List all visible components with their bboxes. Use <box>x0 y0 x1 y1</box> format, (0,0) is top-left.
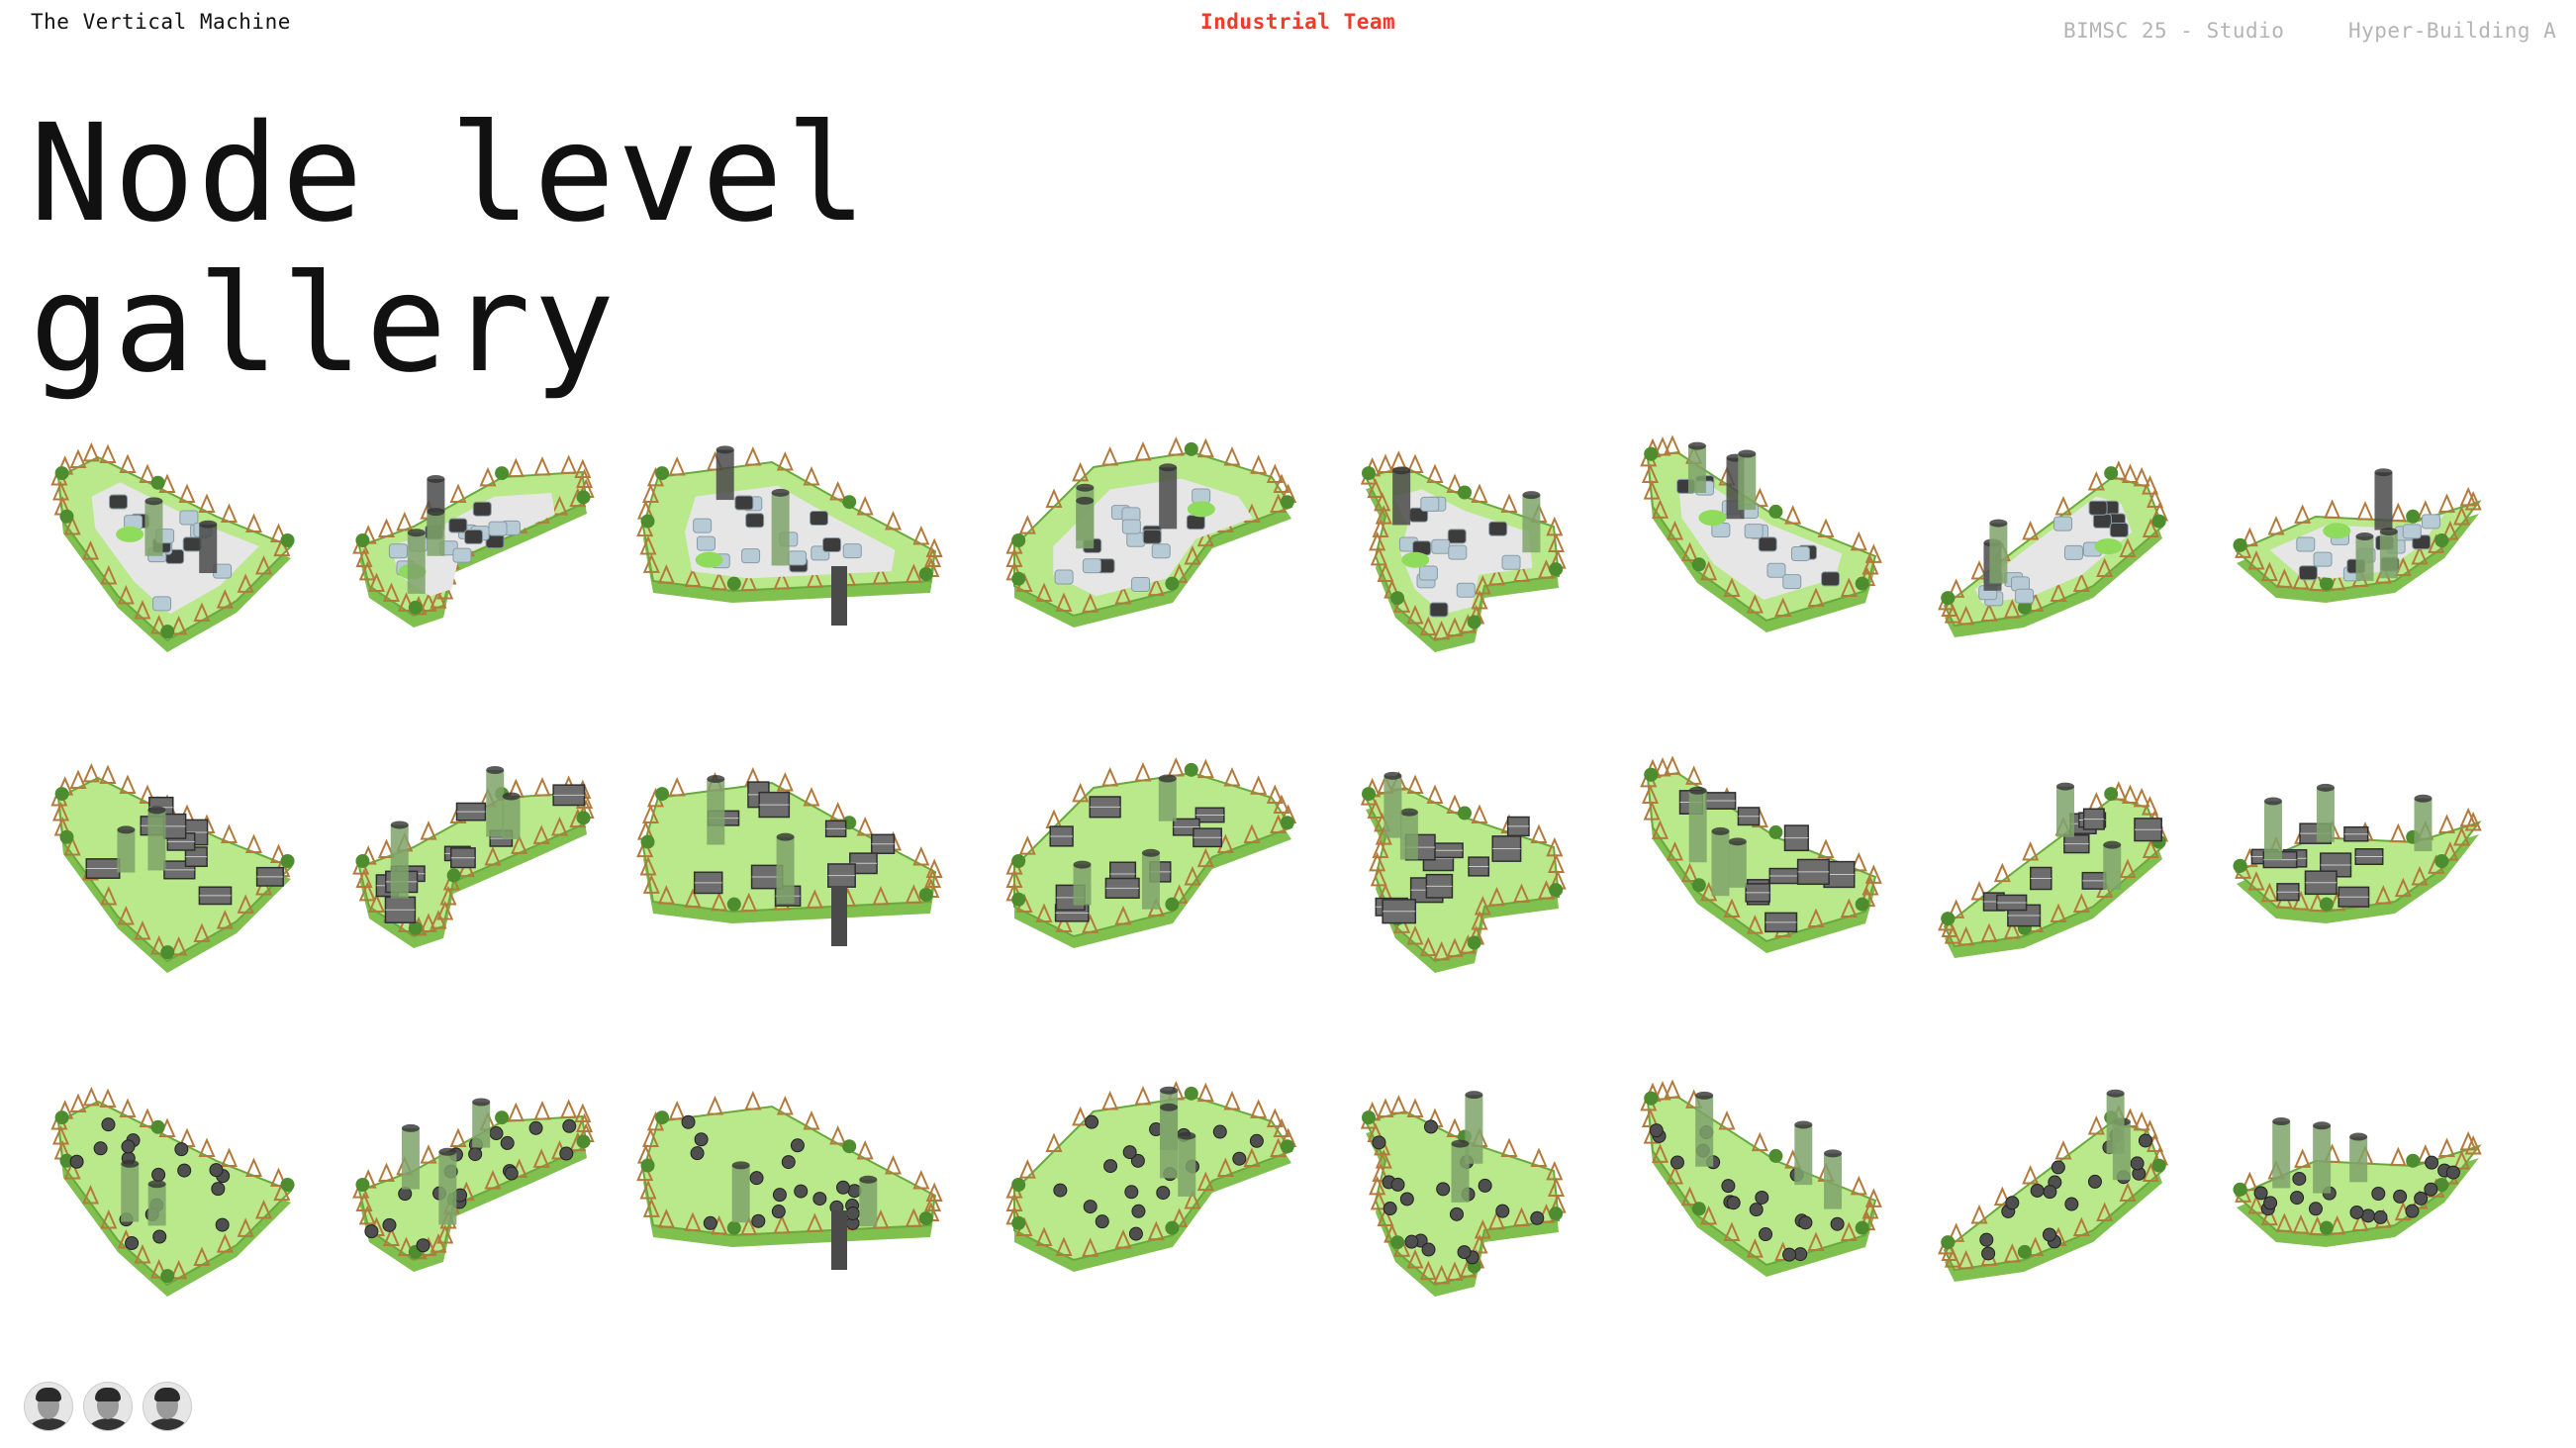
node-thumbnail[interactable] <box>2233 468 2482 603</box>
node-thumbnail[interactable] <box>1938 1089 2169 1282</box>
page-title-line-1: Node level <box>30 96 870 252</box>
node-thumbnail[interactable] <box>636 1091 943 1271</box>
node-thumbnail[interactable] <box>1938 460 2169 637</box>
node-thumbnail[interactable] <box>1640 434 1882 632</box>
building-label: Hyper-Building A <box>2348 19 2557 43</box>
node-thumbnail[interactable] <box>1005 1081 1297 1273</box>
node-thumbnail[interactable] <box>1360 1091 1567 1297</box>
course-label: BIMSC 25 - Studio <box>2063 19 2285 43</box>
node-thumbnail[interactable] <box>636 445 943 626</box>
node-thumbnail[interactable] <box>1005 436 1297 628</box>
node-thumbnail[interactable] <box>1640 1079 1882 1277</box>
node-thumbnail[interactable] <box>352 765 595 948</box>
avatar[interactable] <box>83 1382 133 1431</box>
node-thumbnail[interactable] <box>2233 783 2482 923</box>
avatar[interactable] <box>24 1382 73 1431</box>
node-thumbnail[interactable] <box>1360 771 1567 973</box>
node-thumbnail[interactable] <box>1938 781 2169 958</box>
page-title-line-2: gallery <box>30 246 619 403</box>
team-avatars <box>24 1382 192 1431</box>
node-thumbnail[interactable] <box>50 762 295 973</box>
node-thumbnail[interactable] <box>1360 450 1567 652</box>
node-thumbnail[interactable] <box>636 767 943 947</box>
node-thumbnail[interactable] <box>352 454 595 627</box>
node-thumbnail[interactable] <box>352 1098 595 1272</box>
page-title: Node level gallery <box>30 99 870 400</box>
node-thumbnail[interactable] <box>2233 1117 2482 1247</box>
team-name: Industrial Team <box>1200 10 1396 34</box>
node-thumbnail[interactable] <box>1005 757 1297 949</box>
avatar[interactable] <box>143 1382 192 1431</box>
node-thumbnail[interactable] <box>50 1086 295 1297</box>
project-title: The Vertical Machine <box>31 10 291 34</box>
node-thumbnail[interactable] <box>50 441 295 652</box>
node-thumbnail[interactable] <box>1640 755 1882 953</box>
